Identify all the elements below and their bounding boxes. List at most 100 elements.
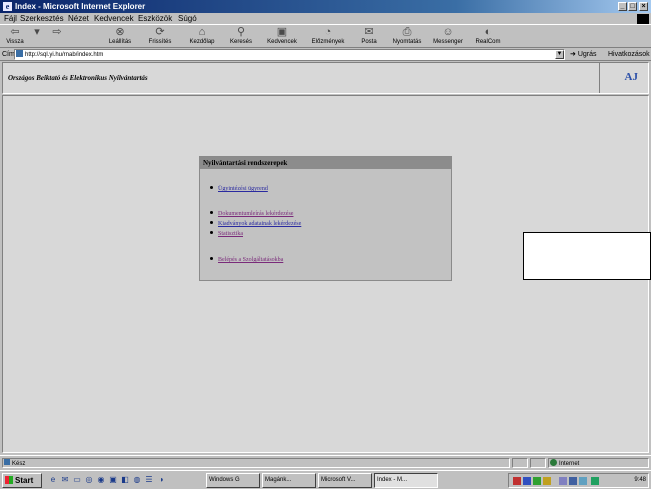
bullet-icon (210, 231, 213, 234)
history-icon: ◔ (324, 26, 332, 38)
tray-icon[interactable] (533, 477, 541, 485)
home-icon: ⌂ (198, 26, 206, 38)
back-arrow-icon: ⇦ (10, 26, 20, 38)
minimize-icon[interactable]: _ (618, 2, 627, 11)
app-quicklaunch-icon[interactable]: ◧ (120, 475, 130, 485)
bullet-icon (210, 211, 213, 214)
tray-icon[interactable] (559, 477, 567, 485)
address-dropdown-icon[interactable]: ▼ (555, 50, 564, 59)
window-title: Index - Microsoft Internet Explorer (15, 2, 146, 11)
status-bar: Kész Internet (0, 455, 651, 469)
chevron-down-icon: ▾ (34, 26, 40, 38)
menu-edit[interactable]: Szerkesztés (20, 13, 64, 24)
bullet-icon (210, 221, 213, 224)
links-button[interactable]: Hivatkozások (608, 49, 650, 60)
status-cell (512, 458, 528, 468)
window-titlebar[interactable]: e Index - Microsoft Internet Explorer _ … (0, 0, 651, 13)
menu-help[interactable]: Súgó (178, 13, 197, 24)
page-title: Országos Beiktató és Elektronikus Nyilvá… (8, 74, 148, 82)
bullet-icon (210, 186, 213, 189)
forward-arrow-icon: ⇨ (52, 26, 62, 38)
printer-icon: ⎙ (402, 26, 412, 38)
messenger-icon: ☺ (442, 26, 454, 38)
taskbar-task-active[interactable]: Index - M... (374, 473, 438, 488)
favorites-icon: ▣ (276, 26, 288, 38)
menu-file[interactable]: Fájl (4, 13, 17, 24)
refresh-button[interactable]: ⟳ Frissítés (140, 26, 180, 48)
network-icon[interactable] (591, 477, 599, 485)
back-button[interactable]: ⇦ Vissza (2, 26, 28, 48)
windows-logo-icon (637, 14, 649, 24)
back-dropdown-button[interactable]: ▾ (30, 26, 44, 48)
start-button[interactable]: Start (2, 473, 42, 488)
menu-list: Ügyintézési ügyrend Dokumentumleírás lek… (200, 157, 451, 280)
menu-tools[interactable]: Eszközök (138, 13, 172, 24)
menu-view[interactable]: Nézet (68, 13, 89, 24)
refresh-icon: ⟳ (155, 26, 165, 38)
tray-icon[interactable] (523, 477, 531, 485)
page-icon (4, 459, 10, 465)
menubar: Fájl Szerkesztés Nézet Kedvencek Eszközö… (0, 13, 651, 24)
status-text-cell: Kész (2, 458, 510, 468)
address-input[interactable]: http://sql.yi.hu/rnab/index.htm (14, 49, 565, 60)
header-frame: Országos Beiktató és Elektronikus Nyilvá… (2, 62, 649, 94)
menu-favorites[interactable]: Kedvencek (94, 13, 134, 24)
search-button[interactable]: ⚲ Keresés (222, 26, 260, 48)
menu-link-publication-query[interactable]: Kiadványok adatainak lekérdezése (210, 220, 301, 228)
tray-icon[interactable] (513, 477, 521, 485)
favorites-button[interactable]: ▣ Kedvencek (262, 26, 302, 48)
history-button[interactable]: ◔ Előzmények (306, 26, 350, 48)
taskbar-task[interactable]: Microsoft V... (318, 473, 372, 488)
app-quicklaunch-icon[interactable]: ▣ (108, 475, 118, 485)
address-url: http://sql.yi.hu/rnab/index.htm (25, 52, 104, 58)
address-label: Cím (2, 51, 15, 58)
app-quicklaunch-icon[interactable]: ◑ (156, 475, 166, 485)
close-icon[interactable]: × (639, 2, 648, 11)
logo: AJ (624, 71, 638, 83)
menu-link-procedure[interactable]: Ügyintézési ügyrend (210, 185, 268, 193)
mail-button[interactable]: ✉ Posta (354, 26, 384, 48)
bullet-icon (210, 257, 213, 260)
toolbar: ⇦ Vissza ▾ ⇨ ⊗ Leállítás ⟳ Frissítés ⌂ K… (0, 24, 651, 48)
menu-link-document-query[interactable]: Dokumentumleírás lekérdezése (210, 210, 293, 218)
go-arrow-icon: ➜ (570, 51, 576, 58)
status-cell (530, 458, 546, 468)
system-tray: 9:48 (508, 473, 649, 488)
maximize-icon[interactable]: □ (628, 2, 637, 11)
windows-flag-icon (5, 476, 13, 484)
frame-divider (599, 63, 600, 93)
taskbar-task[interactable]: Magánk... (262, 473, 316, 488)
tray-icon[interactable] (569, 477, 577, 485)
zone-cell: Internet (548, 458, 649, 468)
tray-icon[interactable] (543, 477, 551, 485)
page-icon (16, 50, 23, 57)
go-button[interactable]: ➜ Ugrás (570, 49, 597, 60)
outlook-quicklaunch-icon[interactable]: ✉ (60, 475, 70, 485)
speaker-icon[interactable] (579, 477, 587, 485)
desktop-quicklaunch-icon[interactable]: ▭ (72, 475, 82, 485)
globe-icon (550, 459, 557, 466)
app-quicklaunch-icon[interactable]: ◍ (132, 475, 142, 485)
menu-panel: Nyilvántartási rendszerepek Ügyintézési … (199, 156, 452, 281)
mail-icon: ✉ (364, 26, 374, 38)
ie-quicklaunch-icon[interactable]: e (48, 475, 58, 485)
realcom-button[interactable]: ◐ RealCom (470, 26, 506, 48)
home-button[interactable]: ⌂ Kezdőlap (182, 26, 222, 48)
search-icon: ⚲ (236, 26, 246, 38)
menu-link-login[interactable]: Belépés a Szolgáltatásokba (210, 256, 283, 264)
taskbar: Start e ✉ ▭ ◎ ◉ ▣ ◧ ◍ ☰ ◑ Windows G Magá… (0, 470, 651, 489)
stop-button[interactable]: ⊗ Leállítás (100, 26, 140, 48)
app-quicklaunch-icon[interactable]: ☰ (144, 475, 154, 485)
media-quicklaunch-icon[interactable]: ◉ (96, 475, 106, 485)
address-bar: Cím http://sql.yi.hu/rnab/index.htm ▼ ➜ … (0, 48, 651, 61)
menu-link-statistics[interactable]: Statisztika (210, 230, 243, 238)
messenger-button[interactable]: ☺ Messenger (428, 26, 468, 48)
channels-quicklaunch-icon[interactable]: ◎ (84, 475, 94, 485)
internet-explorer-icon[interactable]: e (3, 2, 12, 11)
stop-icon: ⊗ (115, 26, 125, 38)
print-button[interactable]: ⎙ Nyomtatás (388, 26, 426, 48)
clock: 9:48 (634, 477, 646, 483)
taskbar-task[interactable]: Windows G (206, 473, 260, 488)
forward-button[interactable]: ⇨ (46, 26, 68, 48)
blank-white-box (523, 232, 651, 280)
